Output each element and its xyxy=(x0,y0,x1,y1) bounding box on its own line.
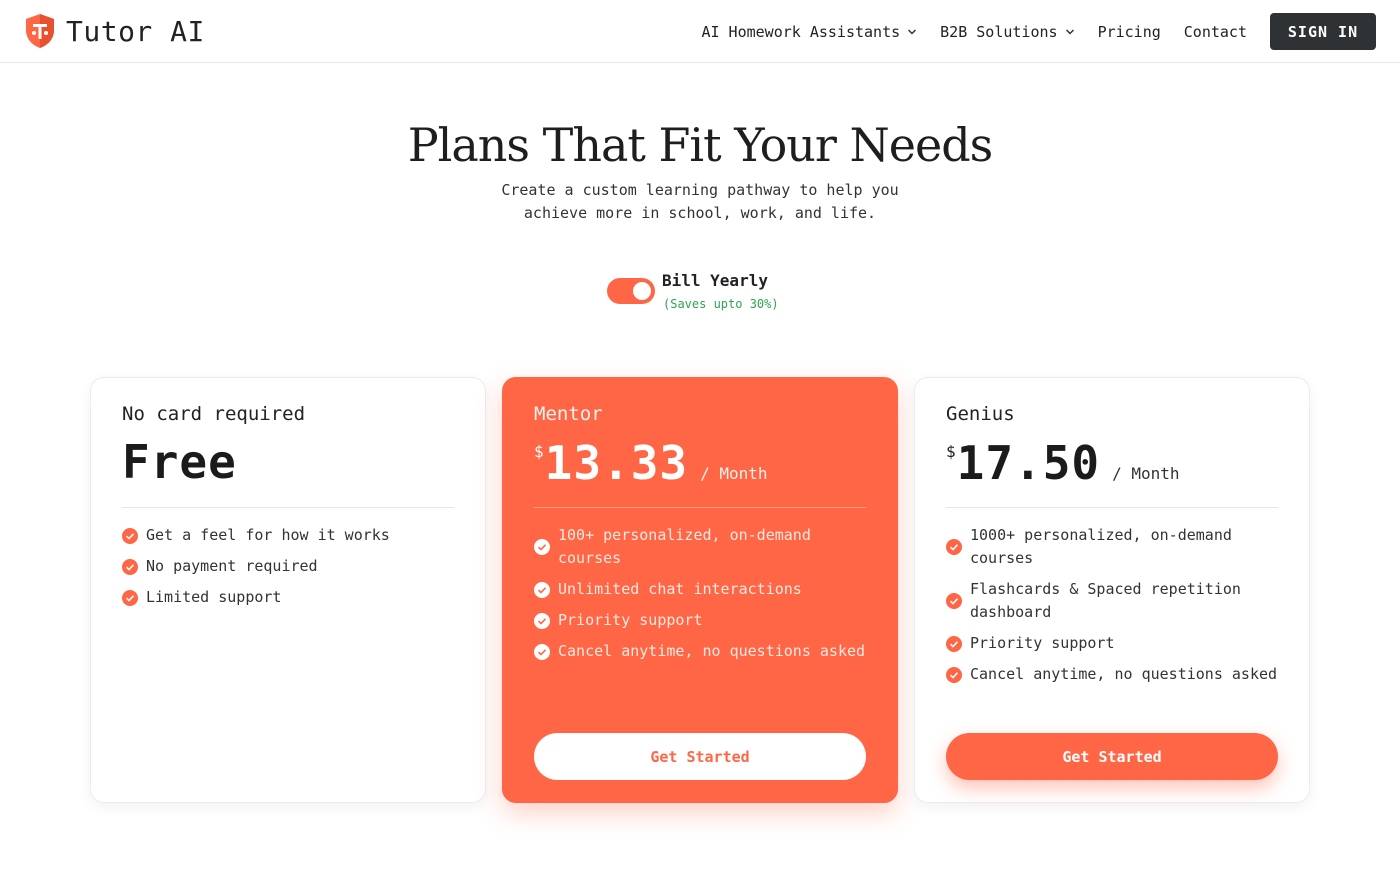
feature-item: 1000+ personalized, on-demand courses xyxy=(946,524,1285,570)
plan-name: No card required xyxy=(122,403,306,425)
feature-item: Priority support xyxy=(534,609,873,632)
price-period: / Month xyxy=(1112,464,1180,483)
plan-name: Mentor xyxy=(534,403,603,425)
check-circle-icon xyxy=(534,539,550,555)
nav-pricing[interactable]: Pricing xyxy=(1098,23,1161,41)
divider xyxy=(534,507,866,508)
check-circle-icon xyxy=(534,581,550,598)
check-circle-icon xyxy=(946,635,962,652)
feature-list: 100+ personalized, on-demand courses Unl… xyxy=(534,524,873,671)
check-circle-icon xyxy=(946,666,962,683)
feature-text: Limited support xyxy=(146,588,282,606)
nav-label: Contact xyxy=(1183,22,1247,41)
price-currency: $ xyxy=(946,442,956,461)
feature-item: Flashcards & Spaced repetition dashboard xyxy=(946,578,1285,624)
subtitle-line: Create a custom learning pathway to help… xyxy=(501,181,899,199)
feature-item: Cancel anytime, no questions asked xyxy=(946,663,1285,686)
plan-card-genius: Genius $ 17.50 / Month 1000+ personalize… xyxy=(914,377,1310,803)
main-nav: AI Homework Assistants B2B Solutions Pri… xyxy=(701,0,1376,63)
feature-item: Unlimited chat interactions xyxy=(534,578,873,601)
feature-text: Priority support xyxy=(558,611,703,629)
feature-text: Cancel anytime, no questions asked xyxy=(558,642,866,660)
plan-price: $ 17.50 / Month xyxy=(946,436,1180,490)
toggle-knob xyxy=(633,282,651,300)
nav-b2b-solutions[interactable]: B2B Solutions xyxy=(940,23,1074,41)
check-circle-icon xyxy=(946,593,962,609)
feature-item: Priority support xyxy=(946,632,1285,655)
divider xyxy=(122,507,454,508)
check-circle-icon xyxy=(122,527,138,544)
nav-label: B2B Solutions xyxy=(940,22,1058,41)
divider xyxy=(946,507,1278,508)
feature-text: No payment required xyxy=(146,557,318,575)
check-circle-icon xyxy=(122,589,138,606)
price-currency: $ xyxy=(534,442,544,461)
page-title: Plans That Fit Your Needs xyxy=(407,118,994,172)
feature-text: Cancel anytime, no questions asked xyxy=(970,665,1278,683)
feature-item: Limited support xyxy=(122,586,461,609)
feature-list: 1000+ personalized, on-demand courses Fl… xyxy=(946,524,1285,694)
brand-name: Tutor AI xyxy=(66,14,205,48)
bill-yearly-label: Bill Yearly xyxy=(662,271,768,290)
plan-card-mentor: Mentor $ 13.33 / Month 100+ personalized… xyxy=(502,377,898,803)
brand-logo-link[interactable]: Tutor AI xyxy=(22,12,205,50)
plan-price: Free xyxy=(122,435,237,489)
plan-card-free: No card required Free Get a feel for how… xyxy=(90,377,486,803)
feature-item: Get a feel for how it works xyxy=(122,524,461,547)
get-started-button[interactable]: Get Started xyxy=(534,733,866,780)
savings-note: (Saves upto 30%) xyxy=(663,297,779,311)
feature-text: Get a feel for how it works xyxy=(146,526,390,544)
check-circle-icon xyxy=(946,539,962,555)
check-circle-icon xyxy=(122,558,138,575)
sign-in-button[interactable]: SIGN IN xyxy=(1270,13,1376,50)
nav-label: Pricing xyxy=(1097,22,1161,41)
site-header: Tutor AI AI Homework Assistants B2B Solu… xyxy=(0,0,1400,63)
subtitle-line: achieve more in school, work, and life. xyxy=(523,204,877,222)
page-subtitle: Create a custom learning pathway to help… xyxy=(0,179,1400,225)
shield-logo-icon xyxy=(26,14,54,48)
feature-text: Priority support xyxy=(970,634,1115,652)
plan-price: $ 13.33 / Month xyxy=(534,436,768,490)
feature-text: 1000+ personalized, on-demand courses xyxy=(970,526,1232,567)
check-circle-icon xyxy=(534,643,550,660)
feature-text: Unlimited chat interactions xyxy=(558,580,802,598)
price-amount: 17.50 xyxy=(956,436,1101,490)
chevron-down-icon xyxy=(1065,28,1074,35)
feature-item: 100+ personalized, on-demand courses xyxy=(534,524,873,570)
price-period: / Month xyxy=(700,464,768,483)
feature-text: 100+ personalized, on-demand courses xyxy=(558,526,811,567)
nav-ai-homework-assistants[interactable]: AI Homework Assistants xyxy=(701,23,917,41)
price-amount: 13.33 xyxy=(544,436,689,490)
check-circle-icon xyxy=(534,612,550,629)
feature-item: Cancel anytime, no questions asked xyxy=(534,640,873,663)
feature-list: Get a feel for how it works No payment r… xyxy=(122,524,461,617)
bill-yearly-toggle[interactable] xyxy=(607,278,655,304)
plan-name: Genius xyxy=(946,403,1015,425)
nav-label: AI Homework Assistants xyxy=(701,22,901,41)
feature-item: No payment required xyxy=(122,555,461,578)
feature-text: Flashcards & Spaced repetition dashboard xyxy=(970,580,1241,621)
chevron-down-icon xyxy=(908,28,917,35)
nav-contact[interactable]: Contact xyxy=(1184,23,1247,41)
get-started-button[interactable]: Get Started xyxy=(946,733,1278,780)
